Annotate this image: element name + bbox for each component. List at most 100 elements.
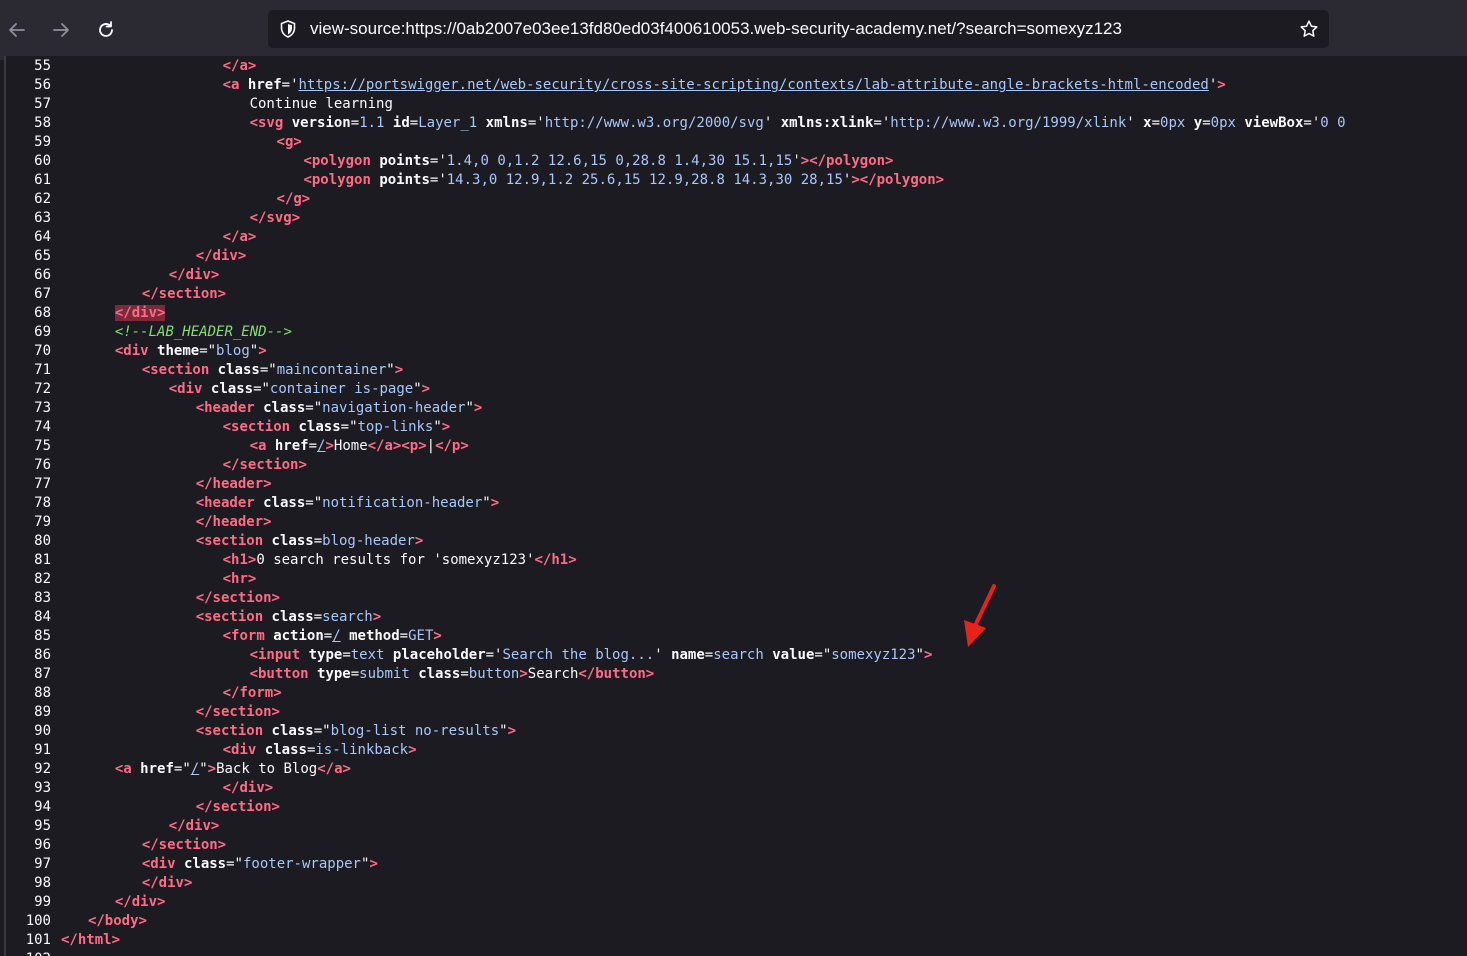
- source-line: 86 <input type=text placeholder='Search t…: [6, 646, 932, 665]
- code-token: top-links: [357, 419, 434, 435]
- source-line: 55 </a>: [6, 57, 256, 76]
- code-token: =": [305, 495, 323, 511]
- forward-button[interactable]: [47, 16, 75, 44]
- code-token: <div: [222, 742, 265, 758]
- code-token: =": [814, 647, 832, 663]
- source-link[interactable]: /: [191, 761, 199, 777]
- url-bar[interactable]: view-source:https://0ab2007e03ee13fd80ed…: [268, 10, 1329, 48]
- code-token: =': [485, 647, 503, 663]
- code-token: Back to Blog: [216, 761, 318, 777]
- line-number: 69: [34, 324, 51, 340]
- code-token: =: [350, 666, 360, 682]
- source-line: 64 </a>: [6, 228, 256, 247]
- line-number: 91: [34, 742, 51, 758]
- line-number: 80: [34, 533, 51, 549]
- code-token: Layer_1: [418, 115, 478, 131]
- reload-icon: [99, 21, 113, 37]
- code-token: Search: [527, 666, 579, 682]
- code-token: is-linkback: [315, 742, 409, 758]
- source-line: 73 <header class="navigation-header">: [6, 399, 482, 418]
- code-token: =: [704, 647, 714, 663]
- source-line: 80 <section class=blog-header>: [6, 532, 423, 551]
- reload-button[interactable]: [92, 16, 120, 44]
- code-token: blog-list no-results: [330, 723, 500, 739]
- source-link[interactable]: /: [332, 628, 340, 644]
- code-token: </a><p>: [367, 438, 427, 454]
- code-token: =': [873, 115, 891, 131]
- shield-icon[interactable]: [278, 19, 298, 39]
- line-code: <a href='https://portswigger.net/web-sec…: [223, 76, 1226, 95]
- source-line: 89 </section>: [6, 703, 280, 722]
- code-token: navigation-header: [322, 400, 466, 416]
- code-token: button: [468, 666, 520, 682]
- line-number: 55: [34, 58, 51, 74]
- back-button[interactable]: [3, 16, 31, 44]
- line-code: Continue learning: [250, 95, 393, 114]
- source-line: 63 </svg>: [6, 209, 300, 228]
- code-token: </div>: [114, 894, 166, 910]
- source-line: 77 </header>: [6, 475, 271, 494]
- source-line: 98 </div>: [6, 874, 192, 893]
- line-number: 56: [34, 77, 51, 93]
- code-token: </div>: [168, 267, 220, 283]
- code-token: viewBox: [1244, 115, 1304, 131]
- code-token: </section>: [222, 457, 307, 473]
- code-token: =: [350, 115, 360, 131]
- code-token: =': [527, 115, 545, 131]
- line-number: 59: [34, 134, 51, 150]
- code-token: >: [519, 666, 528, 682]
- code-token: <h1>: [222, 552, 257, 568]
- line-code: <g>: [277, 133, 302, 152]
- code-token: container is-page: [269, 381, 414, 397]
- line-code: </a>: [223, 57, 257, 76]
- line-code: </div>: [169, 817, 220, 836]
- line-number: 90: [34, 723, 51, 739]
- code-token: class: [271, 723, 314, 739]
- line-number: 65: [34, 248, 51, 264]
- source-line: 88 </form>: [6, 684, 282, 703]
- code-token: </a>: [222, 229, 257, 245]
- source-line: 95 </div>: [6, 817, 219, 836]
- line-number: 58: [34, 115, 51, 131]
- line-number: 78: [34, 495, 51, 511]
- code-token: |: [426, 438, 436, 454]
- code-token: <input: [249, 647, 309, 663]
- code-token: version: [291, 115, 351, 131]
- line-code: <a href="/">Back to Blog</a>: [115, 760, 351, 779]
- code-token: blog-header: [322, 533, 415, 549]
- code-token: >: [408, 742, 417, 758]
- line-number: 88: [34, 685, 51, 701]
- code-token: </header>: [195, 514, 272, 530]
- code-token: somexyz123: [831, 647, 916, 663]
- line-number: 60: [34, 153, 51, 169]
- code-token: ></polygon>: [800, 153, 894, 169]
- source-line: 68 </div>: [6, 304, 166, 323]
- code-token: =": [259, 362, 277, 378]
- source-line: 65 </div>: [6, 247, 246, 266]
- line-number: 73: [34, 400, 51, 416]
- code-token: 1.1: [359, 115, 385, 131]
- code-token: </section>: [195, 590, 280, 606]
- source-line: 72 <div class="container is-page">: [6, 380, 430, 399]
- code-token: ': [654, 647, 672, 663]
- code-token: >: [1217, 77, 1226, 93]
- code-token: class: [298, 419, 341, 435]
- star-icon[interactable]: [1299, 19, 1319, 39]
- code-token: 14.3,0 12.9,1.2 25.6,15 12.9,28.8 14.3,3…: [446, 172, 843, 188]
- source-view: 55 </a> 56 <a href='https://portswigger.net…: [4, 56, 1467, 956]
- source-link[interactable]: https://portswigger.net/web-security/cro…: [299, 77, 1209, 93]
- source-line: 57 Continue learning: [6, 95, 393, 114]
- code-token: <div: [141, 856, 184, 872]
- source-line: 94 </section>: [6, 798, 280, 817]
- line-number: 92: [34, 761, 51, 777]
- url-text[interactable]: view-source:https://0ab2007e03ee13fd80ed…: [310, 10, 1122, 48]
- code-token: submit: [359, 666, 410, 682]
- code-token: =: [399, 628, 409, 644]
- line-number: 72: [34, 381, 51, 397]
- code-token: ": [915, 647, 924, 663]
- code-token: </body>: [87, 913, 147, 929]
- code-token: </section>: [195, 704, 280, 720]
